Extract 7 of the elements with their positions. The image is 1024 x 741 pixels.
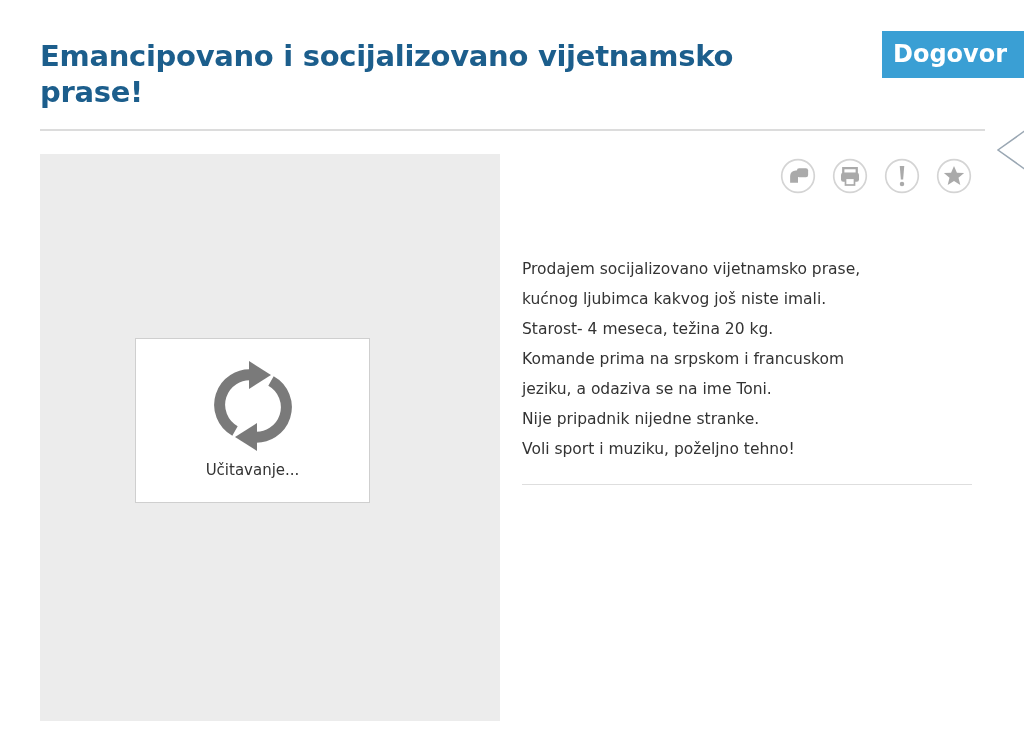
exclamation-icon[interactable] [884,158,920,194]
loading-text: Učitavanje... [205,461,300,479]
price-badge: Dogovor [882,31,1024,78]
refresh-icon [212,361,293,451]
listing-title: Emancipovano i socijalizovano vijetnamsko prase! [40,38,735,110]
print-icon[interactable] [832,158,868,194]
description-text: Prodajem socijalizovano vijetnamsko prase, kućnog ljubimca kakvog još niste imali. Starost- 4 meseca, težina 20 kg. Komande prima na srpskom i francuskom jeziku, a odaziva se na ime Toni. Nije pripadnik nijedne stranke. Voli sport i muziku, poželjno tehno! [522,259,862,460]
